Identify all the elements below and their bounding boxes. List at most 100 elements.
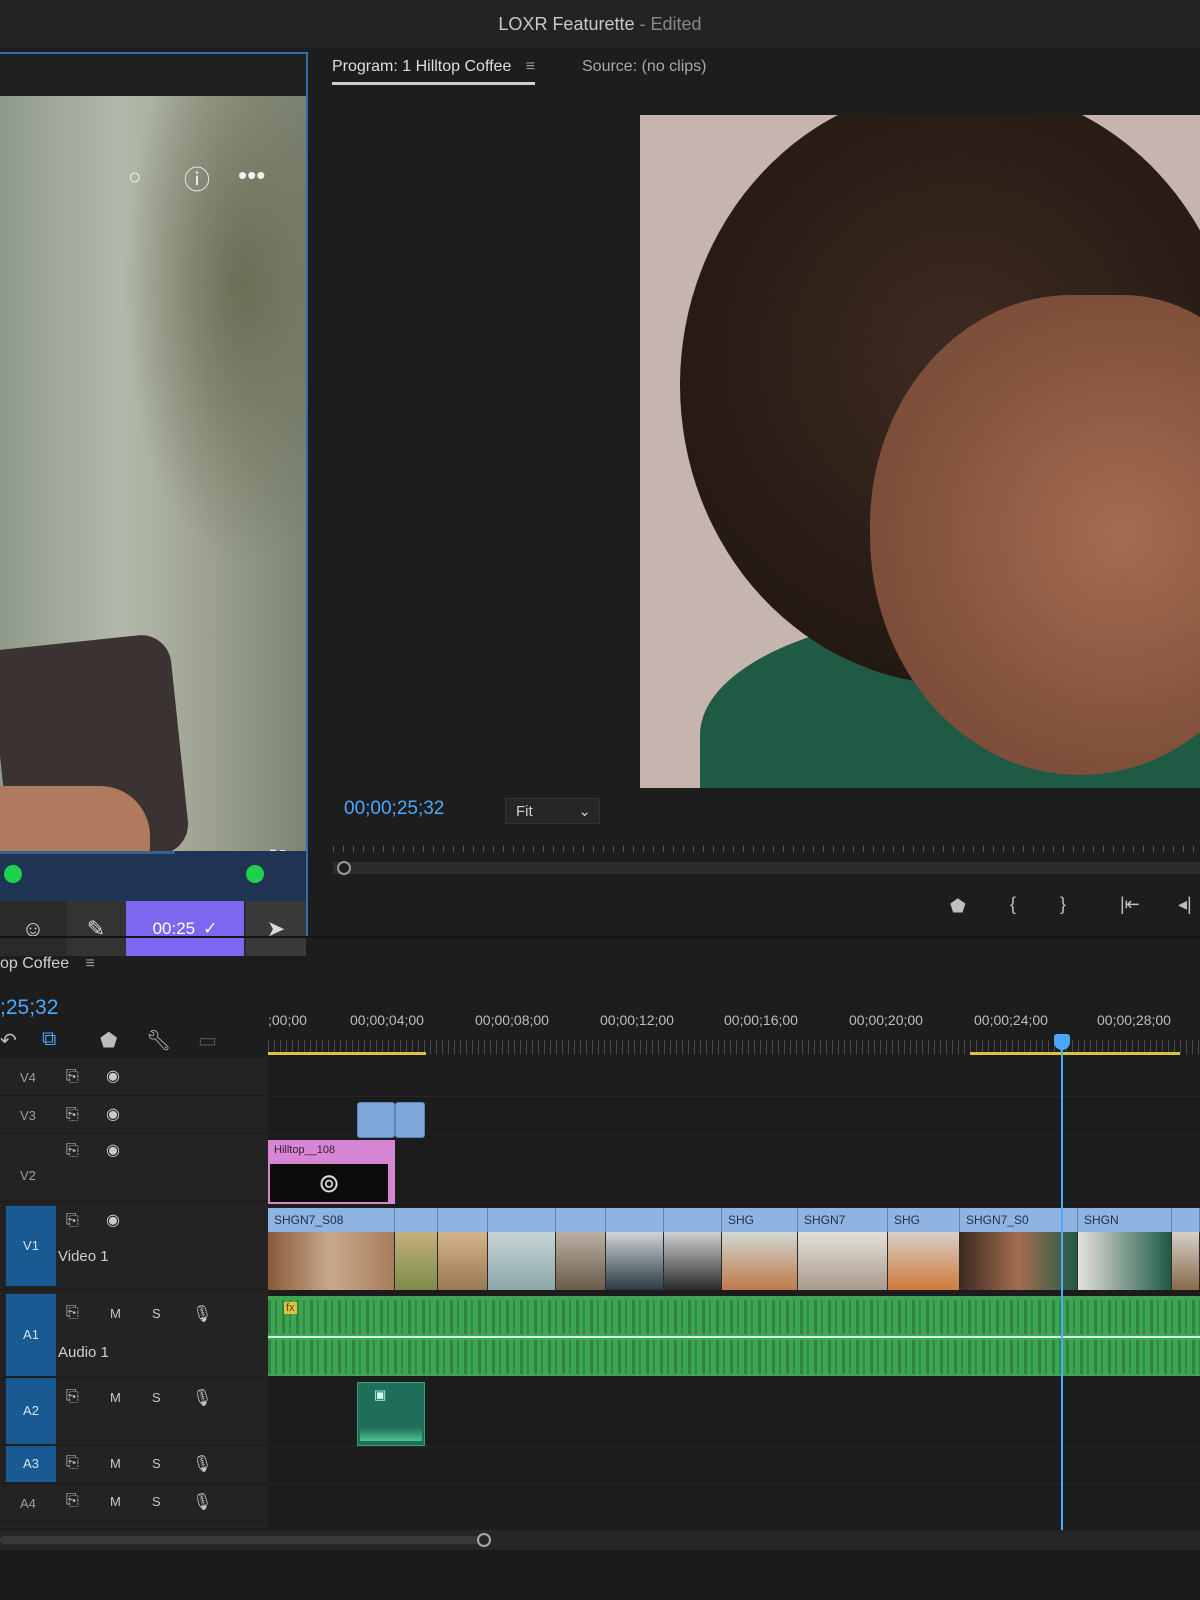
eye-icon[interactable]: ◉ xyxy=(106,1140,120,1160)
track-target-a3[interactable]: A3 xyxy=(6,1446,56,1482)
clip-v1[interactable] xyxy=(488,1208,556,1232)
info-icon[interactable]: ⓘ xyxy=(184,160,210,197)
clip-v1[interactable] xyxy=(438,1208,488,1232)
marker-dot-start[interactable] xyxy=(4,865,22,883)
track-target-a2[interactable]: A2 xyxy=(6,1378,56,1444)
scrollbar-handle[interactable] xyxy=(477,1533,491,1547)
tick-label: 00;00;24;00 xyxy=(974,1012,1048,1028)
clip-v1[interactable] xyxy=(606,1208,664,1232)
brush-button[interactable]: ✎ xyxy=(66,901,126,956)
mute-button[interactable]: M xyxy=(110,1306,121,1321)
sync-lock-icon[interactable]: ⎘ xyxy=(66,1454,79,1472)
solo-button[interactable]: S xyxy=(152,1306,161,1321)
microphone-icon[interactable]: 🎙︎ xyxy=(192,1388,212,1408)
audio-waveform xyxy=(360,1427,422,1441)
timeline-playhead[interactable] xyxy=(1061,1036,1063,1536)
eye-icon[interactable]: ◉ xyxy=(106,1066,120,1086)
captions-icon[interactable]: ▭ xyxy=(198,1028,217,1053)
tab-source[interactable]: Source: (no clips) xyxy=(582,58,707,76)
clip-v3[interactable] xyxy=(395,1102,425,1138)
timeline-tab[interactable]: op Coffee ≡ xyxy=(0,955,95,973)
mute-button[interactable]: M xyxy=(110,1390,121,1405)
send-button[interactable]: ➤ xyxy=(246,901,306,956)
circle-icon[interactable]: ○ xyxy=(128,164,141,190)
program-timecode[interactable]: 00;00;25;32 xyxy=(344,798,444,820)
clip-thumbnail xyxy=(722,1232,798,1290)
track-header-a3: A3 ⎘ M S 🎙︎ xyxy=(0,1446,268,1484)
linked-selection-icon[interactable]: ⧉ xyxy=(42,1028,56,1051)
scrollbar-thumb[interactable] xyxy=(0,1536,480,1544)
zoom-select[interactable]: Fit ⌄ xyxy=(505,798,600,824)
program-scrubber[interactable] xyxy=(333,862,1200,874)
sync-lock-icon[interactable]: ⎘ xyxy=(66,1106,79,1124)
track-name: A4 xyxy=(20,1496,36,1511)
solo-button[interactable]: S xyxy=(152,1390,161,1405)
sync-lock-icon[interactable]: ⎘ xyxy=(66,1142,79,1160)
timeline-scrollbar[interactable] xyxy=(0,1530,1200,1550)
clip-v1[interactable]: SHGN7 xyxy=(798,1208,888,1232)
clip-v1[interactable] xyxy=(664,1208,722,1232)
microphone-icon[interactable]: 🎙︎ xyxy=(192,1304,212,1324)
clip-v1[interactable] xyxy=(556,1208,606,1232)
review-video-preview[interactable]: ○ ⓘ ••• ⚙ 540p ⛶ xyxy=(0,96,306,851)
more-icon[interactable]: ••• xyxy=(238,160,265,191)
track-label: Audio 1 xyxy=(58,1344,109,1361)
clip-v1[interactable]: SHGN xyxy=(1078,1208,1172,1232)
clip-v1[interactable]: SHG xyxy=(722,1208,798,1232)
solo-button[interactable]: S xyxy=(152,1494,161,1509)
eye-icon[interactable]: ◉ xyxy=(106,1104,120,1124)
track-name: V3 xyxy=(20,1108,36,1123)
mute-button[interactable]: M xyxy=(110,1456,121,1471)
timeline-timecode[interactable]: ;25;32 xyxy=(0,996,58,1020)
clip-thumbnail xyxy=(606,1232,664,1290)
wrench-icon[interactable]: 🔧︎ xyxy=(146,1028,171,1053)
clip-v1[interactable]: SHG xyxy=(888,1208,960,1232)
work-area-bar[interactable] xyxy=(970,1052,1180,1055)
undo-icon[interactable]: ↶ xyxy=(0,1028,17,1053)
review-scrubber[interactable] xyxy=(0,851,306,901)
clip-v2[interactable]: Hilltop__108 ⊚ xyxy=(268,1140,395,1204)
panel-menu-icon[interactable]: ≡ xyxy=(86,955,95,972)
sync-lock-icon[interactable]: ⎘ xyxy=(66,1212,79,1230)
microphone-icon[interactable]: 🎙︎ xyxy=(192,1492,212,1512)
tick-label: 00;00;16;00 xyxy=(724,1012,798,1028)
sync-lock-icon[interactable]: ⎘ xyxy=(66,1492,79,1510)
program-playhead[interactable] xyxy=(337,861,351,875)
eye-icon[interactable]: ◉ xyxy=(106,1210,120,1230)
track-name: V2 xyxy=(20,1168,36,1183)
add-marker-icon[interactable]: ⬟ xyxy=(100,1028,117,1053)
tick-label: 00;00;12;00 xyxy=(600,1012,674,1028)
playhead-handle[interactable] xyxy=(1054,1034,1070,1050)
marker-dot-end[interactable] xyxy=(246,865,264,883)
tab-program[interactable]: Program: 1 Hilltop Coffee ≡ xyxy=(332,58,536,85)
clip-v1[interactable] xyxy=(395,1208,438,1232)
panel-menu-icon[interactable]: ≡ xyxy=(526,58,535,75)
microphone-icon[interactable]: 🎙︎ xyxy=(192,1454,212,1474)
emoji-button[interactable]: ☺ xyxy=(0,901,66,956)
track-target-a1[interactable]: A1 xyxy=(6,1294,56,1376)
step-back-icon[interactable]: ◂| xyxy=(1178,894,1192,915)
timestamp-button[interactable]: 00:25 ✓ xyxy=(126,901,244,956)
program-ruler[interactable] xyxy=(333,846,1200,852)
work-area-bar[interactable] xyxy=(268,1052,426,1055)
tab-program-label: Program: 1 Hilltop Coffee xyxy=(332,58,512,75)
clip-v3[interactable] xyxy=(357,1102,395,1138)
add-marker-icon[interactable]: ⬟ xyxy=(950,896,966,917)
sync-lock-icon[interactable]: ⎘ xyxy=(66,1068,79,1086)
go-to-in-icon[interactable]: |⇤ xyxy=(1120,894,1140,915)
clip-a2-audio[interactable]: ▣ xyxy=(357,1382,425,1446)
clip-v1[interactable] xyxy=(1172,1208,1200,1232)
mute-button[interactable]: M xyxy=(110,1494,121,1509)
sync-lock-icon[interactable]: ⎘ xyxy=(66,1388,79,1406)
mark-out-icon[interactable]: } xyxy=(1060,894,1066,915)
track-name: V4 xyxy=(20,1070,36,1085)
sync-lock-icon[interactable]: ⎘ xyxy=(66,1304,79,1322)
fx-badge-icon: fx xyxy=(284,1302,297,1314)
clip-thumbnail xyxy=(1078,1232,1172,1290)
track-target-v1[interactable]: V1 xyxy=(6,1206,56,1286)
clip-v1[interactable]: SHGN7_S08 xyxy=(268,1208,395,1232)
title-separator: - xyxy=(639,14,646,34)
mark-in-icon[interactable]: { xyxy=(1010,894,1016,915)
solo-button[interactable]: S xyxy=(152,1456,161,1471)
zoom-value: Fit xyxy=(516,803,533,820)
